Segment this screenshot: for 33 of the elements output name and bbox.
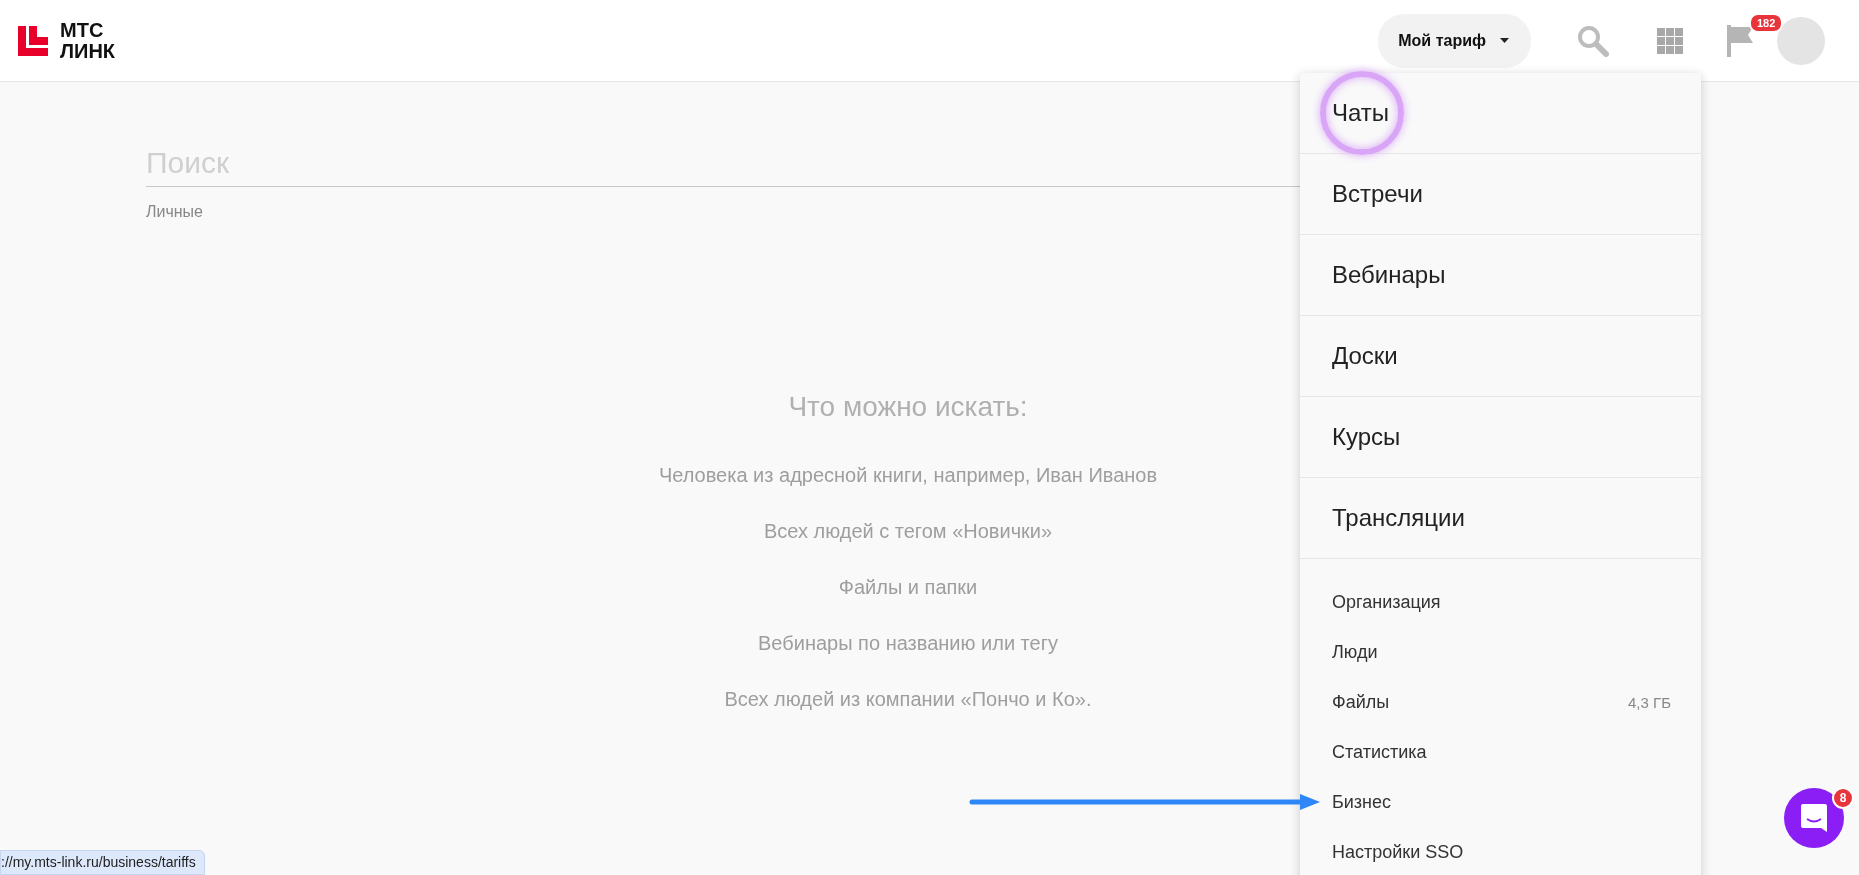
menu-item[interactable]: Доски	[1300, 316, 1701, 397]
menu-item[interactable]: Настройки SSO	[1332, 841, 1464, 863]
notification-badge: 182	[1749, 12, 1784, 33]
menu-item[interactable]: Встречи	[1300, 154, 1701, 235]
hint-text: Файлы и папки	[838, 576, 978, 599]
menu-item[interactable]: Файлы	[1332, 691, 1390, 713]
hint-text: Вебинары по названию или тегу	[758, 632, 1058, 655]
hint-text: Человека из адресной книги, например, Иван Иванов	[658, 464, 1158, 487]
menu-item[interactable]: Курсы	[1300, 397, 1701, 478]
avatar[interactable]	[1777, 16, 1825, 65]
logo-text: МТС	[60, 19, 105, 41]
flag-icon[interactable]	[1727, 24, 1755, 57]
menu-item[interactable]: Трансляции	[1300, 478, 1701, 559]
logo-icon	[18, 25, 48, 56]
storage-size: 4,3 ГБ	[1628, 693, 1671, 711]
chat-badge: 8	[1832, 787, 1854, 809]
menu-item[interactable]: Люди	[1332, 641, 1378, 663]
chat-button[interactable]	[1784, 788, 1844, 848]
menu-item[interactable]: Организация	[1332, 591, 1441, 613]
status-url: ://my.mts-link.ru/business/tariffs	[0, 850, 205, 875]
menu-item[interactable]: Бизнес	[1332, 791, 1392, 813]
menu-item[interactable]: Статистика	[1332, 741, 1427, 763]
chat-icon	[1801, 804, 1827, 832]
plan-button[interactable]: Мой тариф	[1378, 13, 1531, 68]
caret-icon	[1500, 38, 1509, 43]
apps-grid-icon[interactable]	[1657, 27, 1683, 54]
hints-title: Что можно искать:	[788, 391, 1028, 423]
hint-text: Всех людей с тегом «Новички»	[763, 520, 1053, 543]
menu-item[interactable]: Вебинары	[1300, 235, 1701, 316]
menu-item[interactable]: Чаты	[1300, 73, 1701, 154]
logo-text: ЛИНК	[60, 40, 116, 62]
search-icon[interactable]	[1577, 24, 1609, 57]
hint-text: Всех людей из компании «Пончо и Ко».	[724, 688, 1092, 711]
